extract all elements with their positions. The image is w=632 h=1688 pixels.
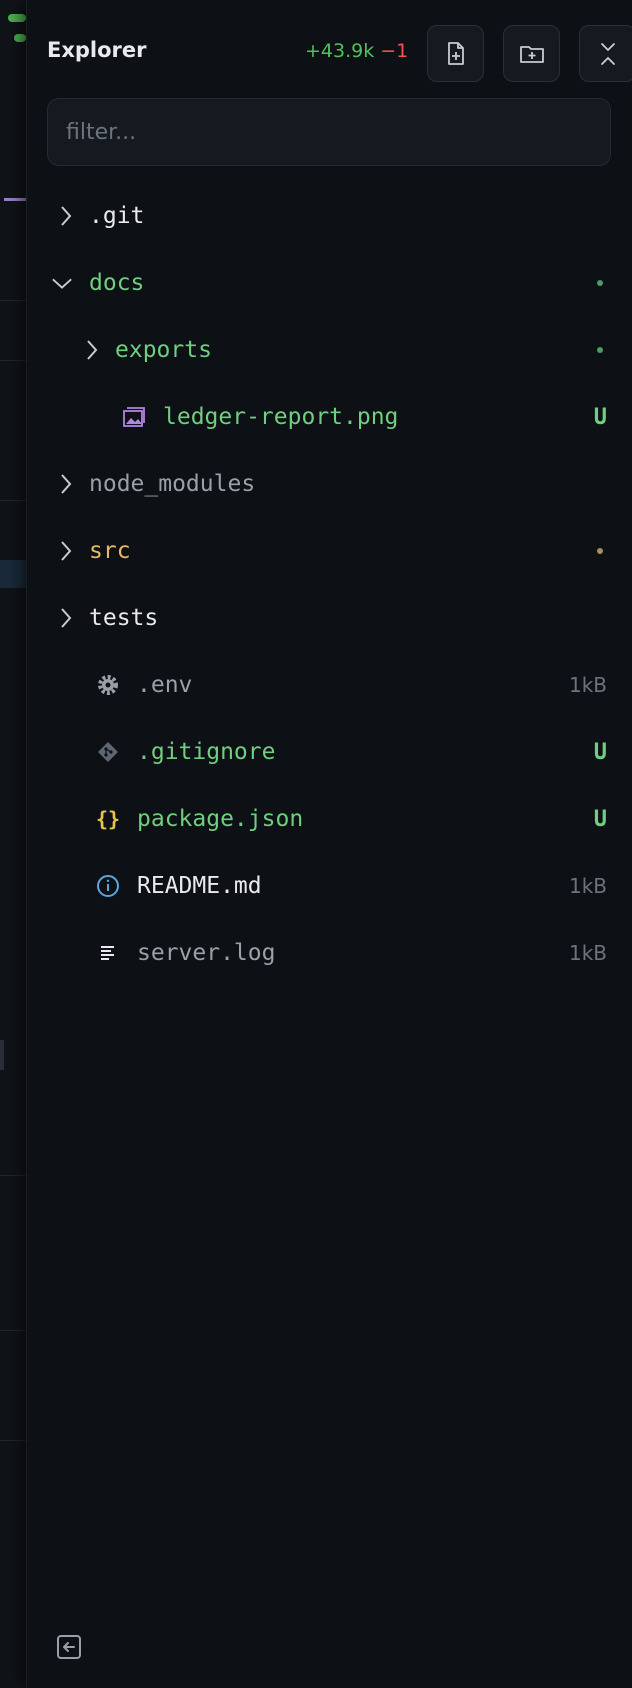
git-icon xyxy=(95,739,121,765)
tree-item-label: .env xyxy=(137,672,193,698)
tree-item-label: exports xyxy=(115,337,212,363)
new-folder-button[interactable] xyxy=(503,25,560,82)
untracked-badge: U xyxy=(593,806,607,832)
new-file-button[interactable] xyxy=(427,25,484,82)
info-icon xyxy=(95,873,121,899)
tree-item-docs[interactable]: docs xyxy=(27,247,632,319)
new-file-icon xyxy=(447,41,464,65)
modified-dot xyxy=(597,280,603,286)
tree-item-label: src xyxy=(89,538,131,564)
file-size: 1kB xyxy=(568,941,607,965)
json-icon: {} xyxy=(95,807,121,831)
tree-item-tests[interactable]: tests xyxy=(27,582,632,654)
chevron-right-icon xyxy=(55,607,77,629)
chevron-down-icon xyxy=(51,272,73,294)
untracked-badge: U xyxy=(593,404,607,430)
tree-item-env[interactable]: .env 1kB xyxy=(27,649,632,721)
tree-item-server-log[interactable]: server.log 1kB xyxy=(27,917,632,989)
chevron-right-icon xyxy=(55,205,77,227)
collapse-all-icon xyxy=(600,42,615,65)
tree-item-label: .gitignore xyxy=(137,739,276,765)
tree-item-label: package.json xyxy=(137,806,304,832)
file-size: 1kB xyxy=(568,673,607,697)
collapse-panel-icon xyxy=(57,1635,81,1659)
tree-item-gitignore[interactable]: .gitignore U xyxy=(27,716,632,788)
log-file-icon xyxy=(95,940,121,966)
filter-input[interactable] xyxy=(47,98,611,166)
explorer-header: Explorer +43.9k −1 xyxy=(47,22,632,84)
tree-item-label: tests xyxy=(89,605,159,631)
tree-item-label: .git xyxy=(89,203,145,229)
untracked-badge: U xyxy=(593,739,607,765)
tree-item-label: docs xyxy=(89,270,145,296)
background-app xyxy=(0,0,26,1688)
panel-title: Explorer xyxy=(47,38,147,62)
explorer-panel: Explorer +43.9k−1 .git xyxy=(26,0,632,1688)
gear-icon xyxy=(95,672,121,698)
chevron-right-icon xyxy=(55,540,77,562)
tree-item-label: server.log xyxy=(137,940,276,966)
chevron-right-icon xyxy=(81,339,103,361)
tree-item-readme[interactable]: README.md 1kB xyxy=(27,850,632,922)
collapse-all-button[interactable] xyxy=(579,25,632,82)
tree-item-label: node_modules xyxy=(89,471,256,497)
tree-item-src[interactable]: src xyxy=(27,515,632,587)
modified-dot xyxy=(597,548,603,554)
tree-item-ledger-report[interactable]: ledger-report.png U xyxy=(27,381,632,453)
lines-added: +43.9k xyxy=(305,40,375,62)
new-folder-icon xyxy=(519,45,544,63)
chevron-right-icon xyxy=(55,473,77,495)
lines-removed: −1 xyxy=(380,40,409,62)
modified-dot xyxy=(597,347,603,353)
tree-item-label: ledger-report.png xyxy=(163,404,399,430)
tree-item-package-json[interactable]: {} package.json U xyxy=(27,783,632,855)
file-size: 1kB xyxy=(568,874,607,898)
tree-item-exports[interactable]: exports xyxy=(27,314,632,386)
image-file-icon xyxy=(121,404,147,430)
tree-item-git[interactable]: .git xyxy=(27,180,632,252)
diff-stats: +43.9k −1 xyxy=(305,40,408,62)
collapse-panel-button[interactable] xyxy=(55,1633,83,1661)
tree-item-node-modules[interactable]: node_modules xyxy=(27,448,632,520)
tree-item-label: README.md xyxy=(137,873,262,899)
